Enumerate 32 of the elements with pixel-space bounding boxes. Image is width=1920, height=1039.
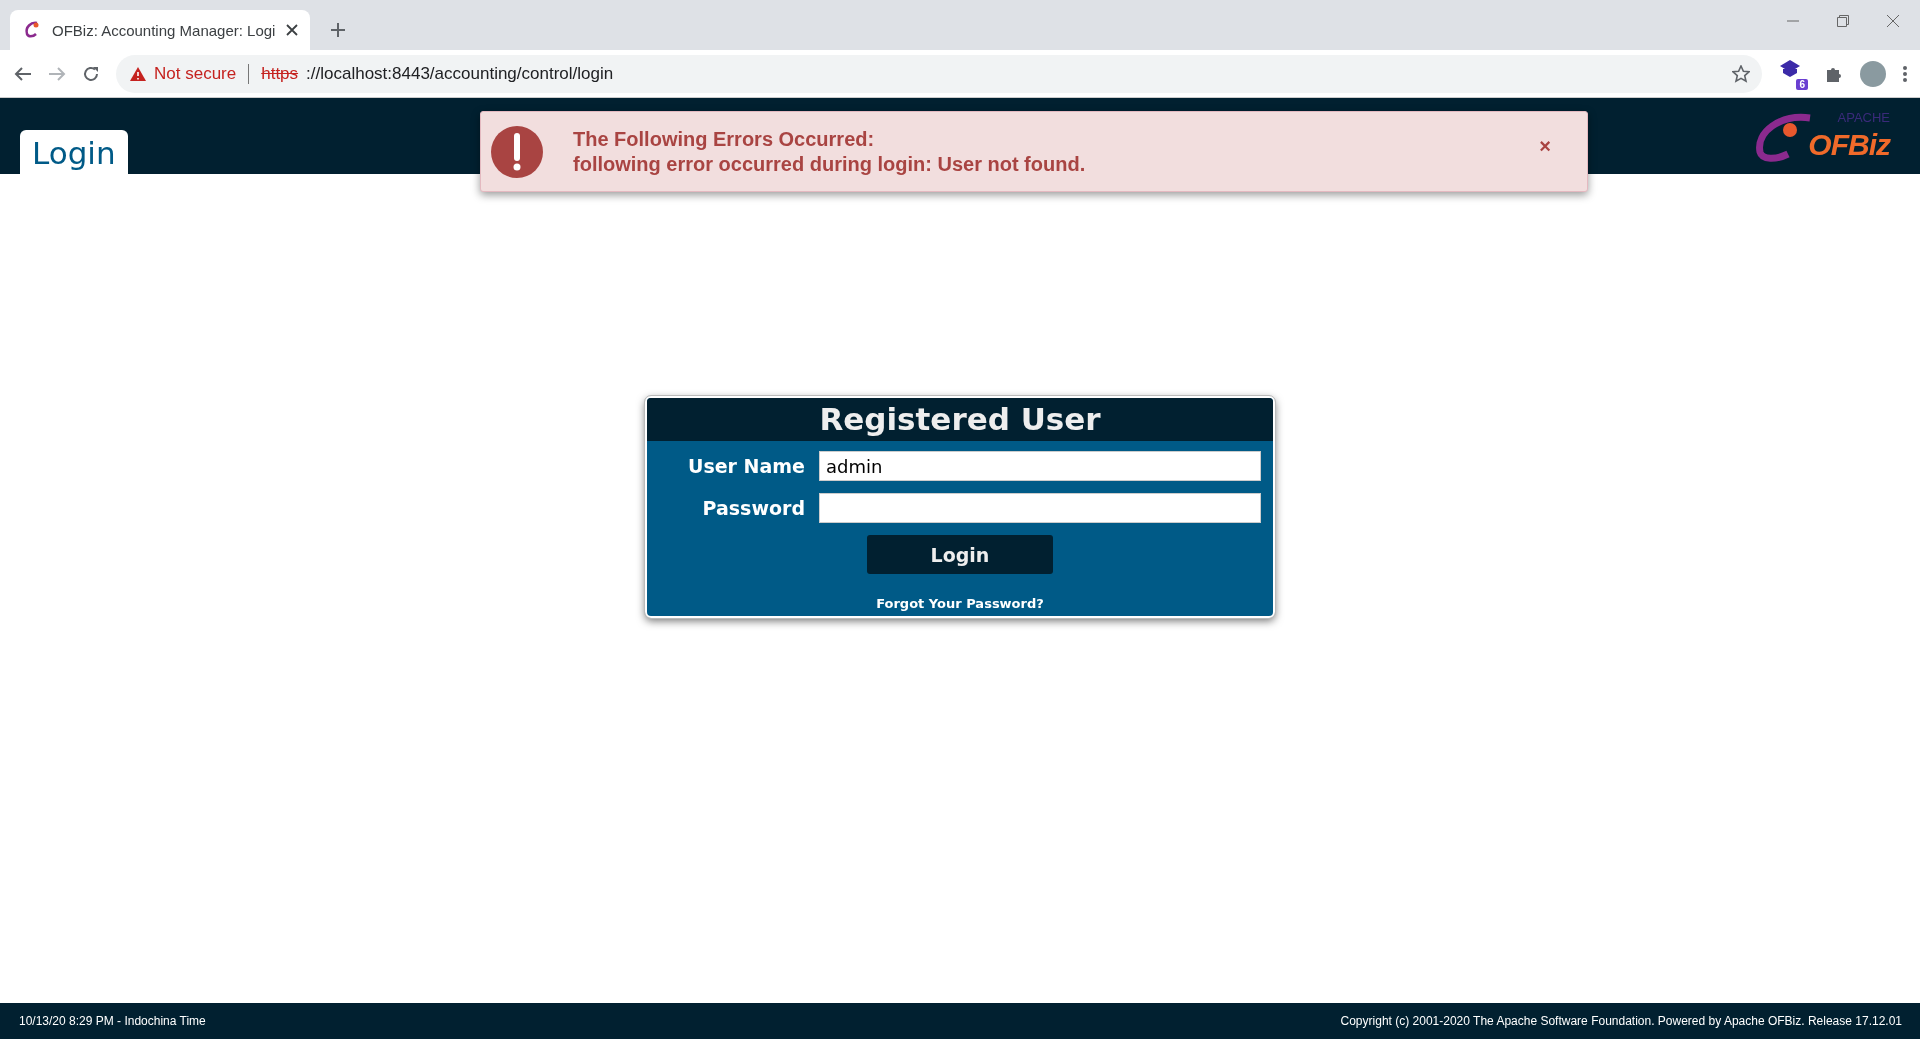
ofbiz-logo: APACHE OFBiz: [1750, 108, 1900, 164]
error-message: following error occurred during login: User not found.: [573, 152, 1087, 176]
login-button[interactable]: Login: [867, 535, 1053, 574]
error-title: The Following Errors Occurred:: [573, 127, 876, 151]
footer-copyright: Copyright (c) 2001-2020 The Apache Software Foundation. Powered by Apache OFBiz. Release 17.12.01: [1340, 1014, 1902, 1028]
close-icon[interactable]: [286, 24, 298, 36]
reload-icon[interactable]: [82, 64, 100, 83]
exclamation-icon: [491, 125, 543, 178]
username-field[interactable]: admin: [819, 451, 1261, 481]
extension-badge: 6: [1796, 78, 1808, 90]
warning-icon: [130, 66, 146, 81]
star-icon[interactable]: [1732, 64, 1750, 83]
restore-icon[interactable]: [1836, 14, 1850, 28]
address-bar[interactable]: Not secure https ://localhost:8443/accounting/control/login: [116, 54, 1762, 93]
profile-avatar[interactable]: [1860, 60, 1886, 87]
footer-timestamp: 10/13/20 8:29 PM - Indochina Time: [19, 1014, 206, 1028]
extension-icon[interactable]: [1778, 57, 1802, 78]
field-label: Password: [701, 497, 805, 519]
close-window-icon[interactable]: [1886, 14, 1900, 28]
forgot-password-link[interactable]: Forgot Your Password?: [647, 574, 1273, 616]
close-button[interactable]: ×: [1533, 134, 1557, 159]
browser-tab[interactable]: OFBiz: Accounting Manager: Logi: [10, 10, 310, 50]
tab-title: OFBiz: Accounting Manager: Logi: [52, 21, 276, 39]
menu-icon[interactable]: [1902, 63, 1908, 84]
password-field[interactable]: [819, 493, 1261, 523]
field-label: User Name: [687, 455, 805, 477]
url-scheme: https: [261, 63, 299, 84]
back-arrow-icon[interactable]: [14, 64, 32, 83]
url-text: ://localhost:8443/accounting/control/login: [306, 63, 615, 84]
security-label: Not secure: [154, 63, 237, 84]
page-tab[interactable]: Login: [20, 130, 128, 174]
panel-title: Registered User: [647, 398, 1273, 441]
